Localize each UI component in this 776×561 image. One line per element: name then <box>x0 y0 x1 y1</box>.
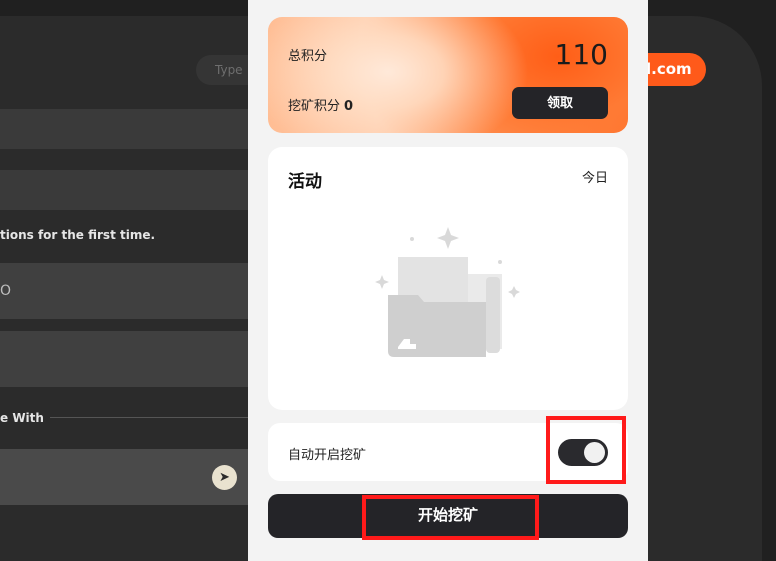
total-points-value: 110 <box>554 38 608 71</box>
background-input[interactable] <box>0 331 250 387</box>
points-card: 总积分 110 挖矿积分 0 领取 <box>268 17 628 133</box>
auto-mining-toggle[interactable] <box>558 439 608 466</box>
total-points-label: 总积分 <box>288 49 328 64</box>
auto-mining-label: 自动开启挖矿 <box>288 448 367 463</box>
empty-folder-icon <box>375 227 520 357</box>
claim-button[interactable]: 领取 <box>512 87 608 119</box>
divider <box>50 417 250 418</box>
background-input[interactable]: O <box>0 263 250 319</box>
instructions-text: tions for the first time. <box>0 228 156 242</box>
mining-modal: 总积分 110 挖矿积分 0 领取 活动 今日 自动开启挖矿 开始挖矿 <box>248 0 648 561</box>
mining-points-value: 0 <box>344 99 354 114</box>
today-filter[interactable]: 今日 <box>582 167 608 186</box>
continue-with-label: e With <box>0 411 44 425</box>
mining-points-label-text: 挖矿积分 <box>288 99 341 114</box>
background-field <box>0 109 250 149</box>
activity-card: 活动 今日 <box>268 147 628 410</box>
mining-points-label: 挖矿积分 0 <box>288 95 353 114</box>
background-field <box>0 170 250 210</box>
activity-title: 活动 <box>288 172 322 192</box>
start-mining-button[interactable]: 开始挖矿 <box>268 494 628 538</box>
telegram-icon[interactable]: ➤ <box>212 465 237 490</box>
toggle-knob <box>584 442 605 463</box>
auto-mining-card: 自动开启挖矿 <box>268 423 628 481</box>
